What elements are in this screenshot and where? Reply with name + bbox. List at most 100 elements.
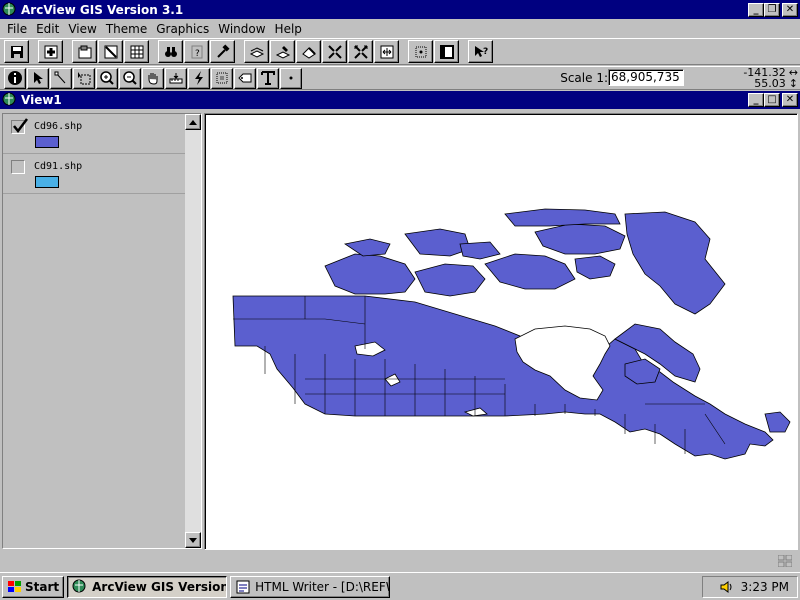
view-minimize-button[interactable]: _ xyxy=(748,93,764,107)
clear-selected-button[interactable] xyxy=(296,40,321,63)
add-theme-button[interactable] xyxy=(38,40,63,63)
query-builder-button[interactable] xyxy=(210,40,235,63)
select-feature-tool[interactable] xyxy=(73,67,95,89)
locate-address-button[interactable]: ? xyxy=(184,40,209,63)
draw-point-tool[interactable] xyxy=(280,67,302,89)
pointer-tool[interactable] xyxy=(27,67,49,89)
close-button[interactable]: ✕ xyxy=(782,2,798,17)
windows-logo-icon xyxy=(8,580,21,592)
status-bar xyxy=(0,552,800,572)
clock[interactable]: 3:23 PM xyxy=(741,580,789,594)
select-feature-icon xyxy=(78,72,91,85)
start-label: Start xyxy=(25,579,60,594)
identify-tool[interactable] xyxy=(4,67,26,89)
menu-graphics[interactable]: Graphics xyxy=(153,22,215,36)
menu-file[interactable]: File xyxy=(4,22,33,36)
zoom-previous-button[interactable] xyxy=(408,40,433,63)
triangle-down-icon xyxy=(189,537,197,543)
theme-symbol-swatch[interactable] xyxy=(35,176,59,188)
view-title-bar[interactable]: View1 _ □ ✕ xyxy=(0,91,800,109)
scale-control: Scale 1: 68,905,735 xyxy=(560,69,684,86)
app-title: ArcView GIS Version 3.1 xyxy=(21,2,184,17)
theme-entry[interactable]: Cd91.shp xyxy=(3,154,186,194)
minimize-button[interactable]: _ xyxy=(748,2,764,17)
theme-properties-button[interactable] xyxy=(72,40,97,63)
tool-bar: Scale 1: 68,905,735 -141.32 ↔ 55.03 ↕ xyxy=(0,66,800,90)
zoom-full-extent-button[interactable] xyxy=(322,40,347,63)
taskbar-task-arcview[interactable]: ArcView GIS Version ... xyxy=(67,575,228,598)
ruler-icon xyxy=(169,73,183,84)
view-close-button[interactable]: ✕ xyxy=(782,93,798,107)
resize-grip-icon[interactable] xyxy=(778,555,792,567)
add-theme-icon xyxy=(44,45,57,58)
menu-edit[interactable]: Edit xyxy=(33,22,65,36)
scale-input[interactable]: 68,905,735 xyxy=(608,69,684,86)
vertical-arrows-icon: ↕ xyxy=(788,77,798,90)
menu-help[interactable]: Help xyxy=(272,22,308,36)
theme-name: Cd91.shp xyxy=(34,161,83,172)
edit-legend-button[interactable] xyxy=(98,40,123,63)
vertex-edit-tool[interactable] xyxy=(50,67,72,89)
floppy-icon xyxy=(10,45,23,58)
map-display[interactable] xyxy=(204,113,798,550)
restore-button[interactable]: ❐ xyxy=(764,2,780,17)
hammer-icon xyxy=(216,43,230,58)
view-maximize-button[interactable]: □ xyxy=(764,93,780,107)
menu-window[interactable]: Window xyxy=(215,22,271,36)
zoom-themes-icon xyxy=(353,44,368,59)
menu-view[interactable]: View xyxy=(65,22,102,36)
taskbar-task-html-writer[interactable]: HTML Writer - [D:\REFW... xyxy=(230,575,391,598)
pencil-layers-icon xyxy=(275,45,290,59)
area-of-interest-tool[interactable] xyxy=(211,67,233,89)
theme-visibility-checkbox[interactable] xyxy=(11,160,25,174)
scroll-up-button[interactable] xyxy=(185,114,201,130)
theme-visibility-checkbox[interactable] xyxy=(11,118,28,134)
toc-scrollbar[interactable] xyxy=(185,114,201,548)
properties-icon xyxy=(78,45,91,58)
save-button[interactable] xyxy=(4,40,29,63)
legend-editor-icon xyxy=(104,45,117,58)
app-title-bar[interactable]: ArcView GIS Version 3.1 _ ❐ ✕ xyxy=(0,0,800,19)
checkmark-icon xyxy=(13,118,28,134)
zoom-out-icon xyxy=(123,71,137,85)
zoom-in-tool[interactable] xyxy=(96,67,118,89)
table-of-contents: Cd96.shp Cd91.shp xyxy=(2,113,202,549)
select-graphics-button[interactable] xyxy=(270,40,295,63)
text-tool[interactable] xyxy=(257,67,279,89)
help-button[interactable]: ? xyxy=(468,40,493,63)
lightning-icon xyxy=(195,71,203,85)
measure-tool[interactable] xyxy=(165,67,187,89)
task-label: ArcView GIS Version ... xyxy=(92,579,228,594)
layers-icon xyxy=(249,46,264,58)
help-pointer-icon: ? xyxy=(474,45,488,57)
speaker-icon[interactable] xyxy=(719,580,735,594)
table-icon xyxy=(130,45,143,58)
hotlink-tool[interactable] xyxy=(188,67,210,89)
show-table-button[interactable] xyxy=(434,40,459,63)
start-button[interactable]: Start xyxy=(2,575,65,598)
zoom-selected-button[interactable] xyxy=(374,40,399,63)
zoom-out-tool[interactable] xyxy=(119,67,141,89)
html-writer-icon xyxy=(236,580,250,593)
menu-theme[interactable]: Theme xyxy=(103,22,153,36)
label-tool[interactable] xyxy=(234,67,256,89)
arcview-globe-icon xyxy=(72,579,86,592)
taskbar: Start ArcView GIS Version ... HTML Write… xyxy=(0,572,800,600)
dotted-grid-icon xyxy=(415,46,426,57)
theme-symbol-swatch[interactable] xyxy=(35,136,59,148)
theme-entry[interactable]: Cd96.shp xyxy=(3,114,186,154)
theme-name: Cd96.shp xyxy=(34,121,83,132)
button-bar: ? ? xyxy=(0,38,800,65)
open-table-button[interactable] xyxy=(124,40,149,63)
find-button[interactable] xyxy=(158,40,183,63)
svg-text:?: ? xyxy=(195,49,200,59)
scroll-down-button[interactable] xyxy=(185,532,201,548)
pan-tool[interactable] xyxy=(142,67,164,89)
select-by-theme-button[interactable] xyxy=(244,40,269,63)
arrow-cursor-icon xyxy=(34,72,43,84)
zoom-active-themes-button[interactable] xyxy=(348,40,373,63)
system-tray: 3:23 PM xyxy=(702,576,798,598)
scale-label: Scale 1: xyxy=(560,70,608,85)
label-icon xyxy=(238,73,252,83)
zoom-selected-icon xyxy=(380,45,393,58)
